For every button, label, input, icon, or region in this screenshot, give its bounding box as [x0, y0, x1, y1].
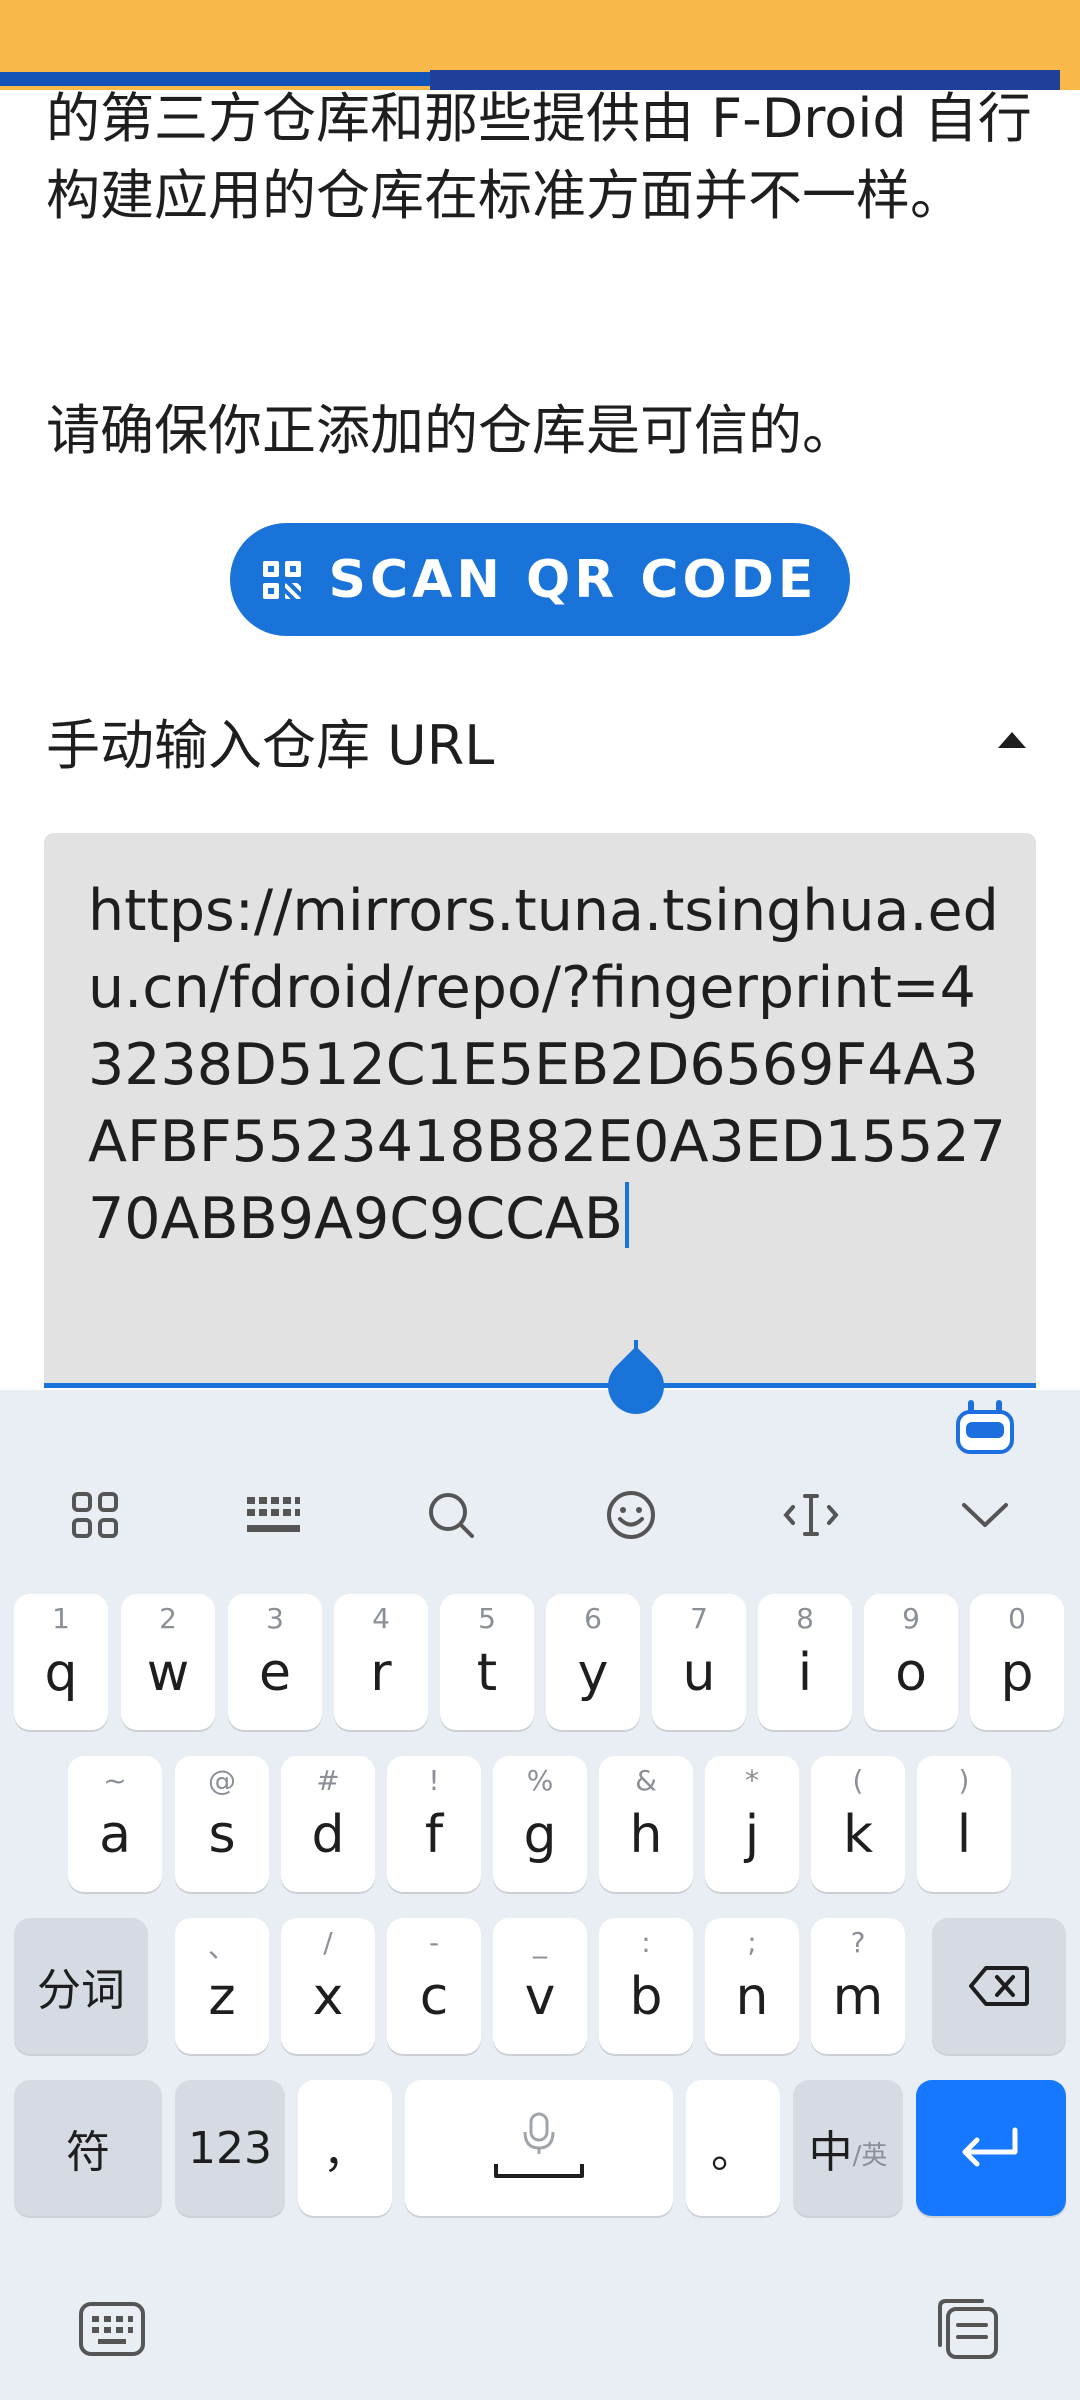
repo-url-value: https://mirrors.tuna.tsinghua.edu.cn/fdr…: [88, 878, 1006, 1252]
apps-grid-icon[interactable]: [40, 1460, 150, 1570]
scan-qr-label: SCAN QR CODE: [328, 549, 818, 610]
keyboard-layout-icon[interactable]: [218, 1460, 328, 1570]
key-p[interactable]: 0p: [970, 1594, 1064, 1730]
key-i[interactable]: 8i: [758, 1594, 852, 1730]
key-y[interactable]: 6y: [546, 1594, 640, 1730]
backspace-icon: [969, 1966, 1029, 2006]
enter-key[interactable]: [916, 2080, 1066, 2216]
section-title: 手动输入仓库 URL: [46, 713, 495, 777]
key-q[interactable]: 1q: [14, 1594, 108, 1730]
key-b[interactable]: :b: [599, 1918, 693, 2054]
search-icon[interactable]: [396, 1460, 506, 1570]
key-a[interactable]: ~ a: [68, 1756, 162, 1892]
keyboard-switch-icon[interactable]: [78, 2301, 146, 2361]
add-repo-content: 的第三方仓库和那些提供由 F-Droid 自行构建应用的仓库在标准方面并不一样。…: [0, 0, 1080, 1390]
key-g[interactable]: % g: [493, 1756, 587, 1892]
backspace-key[interactable]: [932, 1918, 1066, 2054]
key-c[interactable]: -c: [387, 1918, 481, 2054]
key-n[interactable]: ; n: [705, 1918, 799, 2054]
key-u[interactable]: 7u: [652, 1594, 746, 1730]
number-key[interactable]: 123: [175, 2080, 285, 2216]
key-z[interactable]: 、 z: [175, 1918, 269, 2054]
collapse-icon[interactable]: [998, 732, 1026, 748]
key-f[interactable]: ! f: [387, 1756, 481, 1892]
key-w[interactable]: 2w: [121, 1594, 215, 1730]
lang-main-label: 中: [808, 2127, 853, 2178]
text-cursor: [625, 1182, 630, 1248]
repo-warning-text: 的第三方仓库和那些提供由 F-Droid 自行构建应用的仓库在标准方面并不一样。: [46, 87, 1032, 227]
key-j[interactable]: * j: [705, 1756, 799, 1892]
keyboard-toolbar: [0, 1390, 1080, 1580]
key-o[interactable]: 9o: [864, 1594, 958, 1730]
key-l[interactable]: ) l: [917, 1756, 1011, 1892]
key-m[interactable]: ? m: [811, 1918, 905, 2054]
key-t[interactable]: 5t: [440, 1594, 534, 1730]
lang-sub-label: /英: [852, 2140, 888, 2171]
segment-key[interactable]: 分词: [14, 1918, 148, 2054]
key-v[interactable]: _ v: [493, 1918, 587, 2054]
language-switch-key[interactable]: 中/英: [793, 2080, 903, 2216]
cursor-handle[interactable]: [596, 1340, 676, 1426]
qr-code-icon: [262, 560, 301, 599]
space-key[interactable]: [405, 2080, 673, 2216]
key-d[interactable]: # d: [281, 1756, 375, 1892]
manual-url-section-header[interactable]: 手动输入仓库 URL: [46, 700, 1036, 780]
comma-key[interactable]: ，: [298, 2080, 392, 2216]
enter-icon: [962, 2127, 1018, 2167]
key-h[interactable]: & h: [599, 1756, 693, 1892]
microphone-icon: [494, 2112, 584, 2178]
emoji-icon[interactable]: [576, 1460, 686, 1570]
key-k[interactable]: (k: [811, 1756, 905, 1892]
scan-qr-button[interactable]: SCAN QR CODE: [230, 523, 850, 636]
trust-warning-text: 请确保你正添加的仓库是可信的。: [46, 399, 856, 462]
symbol-key[interactable]: 符: [14, 2080, 162, 2216]
repo-url-input[interactable]: https://mirrors.tuna.tsinghua.edu.cn/fdr…: [44, 833, 1036, 1388]
soft-keyboard: 1q 2w 3e 4r 5t 6y 7u 8i 9o 0p ~ a @ s # d !…: [0, 1390, 1080, 2400]
hide-keyboard-icon[interactable]: [930, 1460, 1040, 1570]
cursor-move-icon[interactable]: [756, 1460, 866, 1570]
key-e[interactable]: 3e: [228, 1594, 322, 1730]
assistant-robot-icon[interactable]: [956, 1400, 1014, 1454]
key-r[interactable]: 4r: [334, 1594, 428, 1730]
period-key[interactable]: 。: [686, 2080, 780, 2216]
key-s[interactable]: @ s: [175, 1756, 269, 1892]
key-x[interactable]: / x: [281, 1918, 375, 2054]
clipboard-icon[interactable]: [934, 2297, 1000, 2365]
